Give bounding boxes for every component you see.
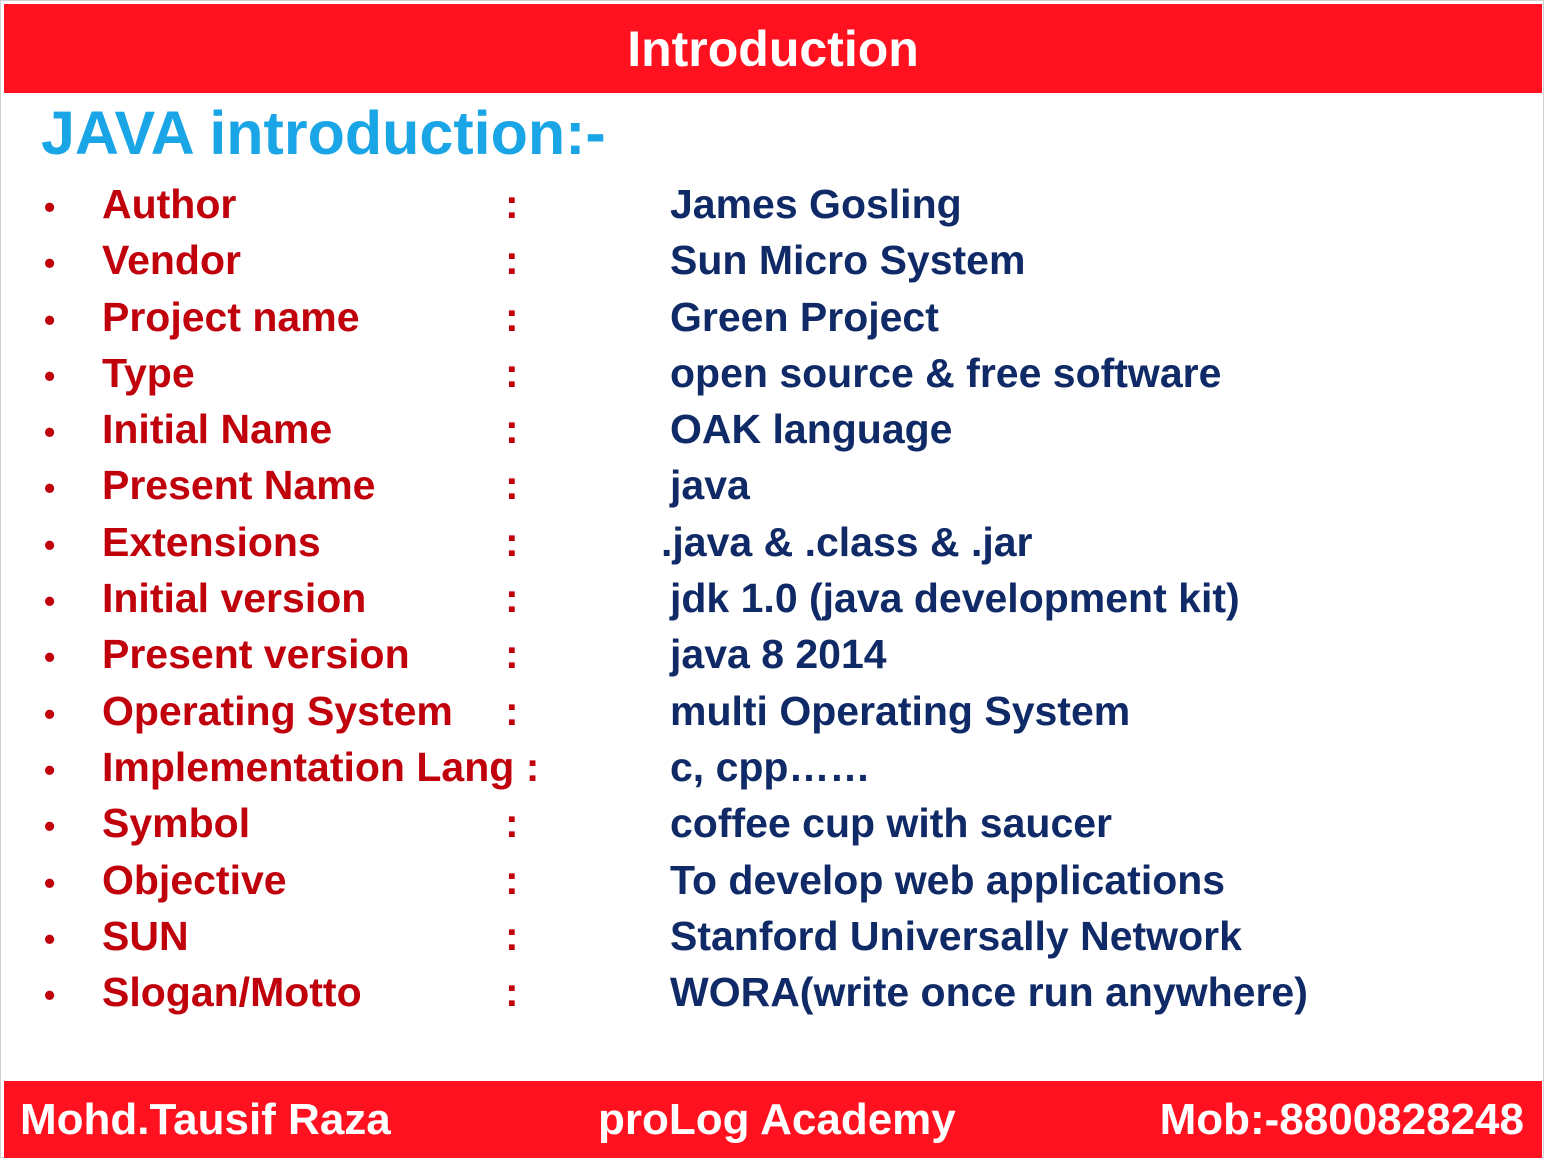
item-label: Operating System [102, 687, 453, 734]
bullet-icon: • [44, 357, 56, 394]
item-value: coffee cup with saucer [670, 800, 1113, 847]
list-item: • Vendor : Sun Micro System [1, 234, 1546, 290]
list-item: • Extensions : .java & .class & .jar [1, 516, 1546, 572]
bullet-icon: • [44, 864, 56, 901]
footer-academy: proLog Academy [598, 1095, 956, 1144]
bullet-icon: • [44, 189, 56, 225]
item-value: c, cpp…… [670, 743, 871, 790]
footer-author: Mohd.Tausif Raza [20, 1095, 391, 1144]
item-label: Present Name [102, 462, 376, 509]
bullet-icon: • [44, 808, 56, 845]
item-label: Implementation Lang : [102, 743, 540, 790]
item-separator: : [505, 856, 519, 903]
item-separator: : [505, 912, 519, 959]
bullet-icon: • [44, 414, 56, 451]
list-item: • SUN : Stanford Universally Network [1, 910, 1546, 966]
item-value: java [670, 462, 750, 509]
item-separator: : [505, 800, 519, 847]
item-value: multi Operating System [670, 687, 1131, 734]
item-label: Vendor [102, 237, 241, 284]
item-value: open source & free software [670, 349, 1222, 396]
footer-phone: Mob:-8800828248 [1159, 1095, 1524, 1144]
item-separator: : [505, 687, 519, 734]
item-value: java 8 2014 [670, 631, 887, 678]
item-label: Extensions [102, 518, 321, 565]
item-value: jdk 1.0 (java development kit) [670, 575, 1240, 622]
item-value: OAK language [670, 406, 953, 453]
item-value: WORA(write once run anywhere) [670, 969, 1308, 1016]
item-separator: : [505, 181, 519, 227]
item-separator: : [505, 349, 519, 396]
item-label: Symbol [102, 800, 251, 847]
list-item: • Present Name : java [1, 459, 1546, 515]
bullet-icon: • [44, 695, 56, 732]
item-separator: : [505, 462, 519, 509]
item-separator: : [505, 575, 519, 622]
list-item: • Author : James Gosling [1, 178, 1546, 234]
item-label: Initial Name [102, 406, 333, 453]
list-item: • Initial Name : OAK language [1, 403, 1546, 459]
list-item: • Slogan/Motto : WORA(write once run any… [1, 966, 1546, 1022]
item-separator: : [505, 969, 519, 1016]
bullet-icon: • [44, 470, 56, 507]
list-item: • Initial version : jdk 1.0 (java develo… [1, 572, 1546, 628]
item-value: James Gosling [670, 181, 962, 227]
item-separator: : [505, 293, 519, 340]
item-label: Author [102, 181, 237, 227]
item-value: Stanford Universally Network [670, 912, 1242, 959]
item-value: .java & .class & .jar [661, 518, 1033, 565]
item-separator: : [505, 237, 519, 284]
item-separator: : [505, 406, 519, 453]
item-label: SUN [102, 912, 189, 959]
list-item: • Project name : Green Project [1, 291, 1546, 347]
item-label: Present version [102, 631, 410, 678]
item-label: Project name [102, 293, 360, 340]
bullet-icon: • [44, 583, 56, 620]
bullet-icon: • [44, 301, 56, 338]
list-item: • Symbol : coffee cup with saucer [1, 797, 1546, 853]
list-item: • Objective : To develop web application… [1, 854, 1546, 910]
bullet-icon: • [44, 977, 56, 1014]
item-value: To develop web applications [670, 856, 1226, 903]
item-label: Objective [102, 856, 287, 903]
footer-banner: Mohd.Tausif Raza proLog Academy Mob:-880… [4, 1081, 1542, 1158]
header-title: Introduction [627, 20, 919, 77]
item-label: Type [102, 349, 195, 396]
bullet-icon: • [44, 245, 56, 282]
bullet-icon: • [44, 639, 56, 676]
bullet-icon: • [44, 920, 56, 957]
item-label: Initial version [102, 575, 367, 622]
page-title: JAVA introduction:- [41, 99, 606, 167]
item-value: Sun Micro System [670, 237, 1026, 284]
item-separator: : [505, 518, 519, 565]
list-item: • Type : open source & free software [1, 347, 1546, 403]
info-list: • Author : James Gosling • Vendor : Sun … [1, 178, 1546, 1022]
slide: Introduction JAVA introduction:- • Autho… [0, 0, 1544, 1158]
bullet-icon: • [44, 526, 56, 563]
bullet-icon: • [44, 751, 56, 788]
item-separator: : [505, 631, 519, 678]
list-item: • Implementation Lang : c, cpp…… [1, 741, 1546, 797]
header-banner: Introduction [4, 4, 1542, 93]
item-value: Green Project [670, 293, 939, 340]
item-label: Slogan/Motto [102, 969, 362, 1016]
list-item: • Operating System : multi Operating Sys… [1, 685, 1546, 741]
list-item: • Present version : java 8 2014 [1, 628, 1546, 684]
